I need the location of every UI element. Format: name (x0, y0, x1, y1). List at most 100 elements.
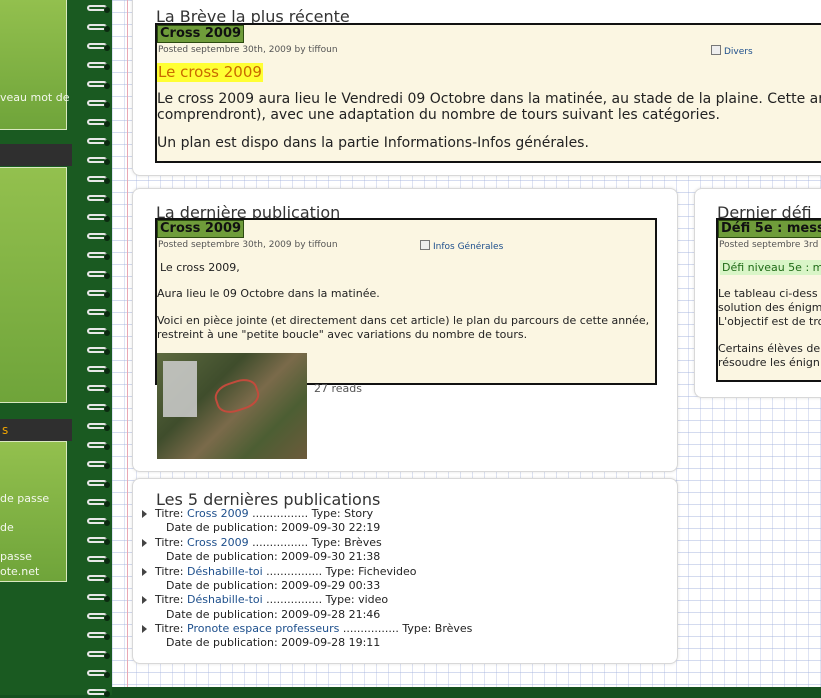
spiral-ring (87, 442, 111, 451)
spiral-ring (87, 689, 111, 698)
post-line-1: Le cross 2009 aura lieu le Vendredi 09 O… (157, 91, 821, 107)
sidebar-heading-2: s (0, 419, 72, 441)
spiral-ring (87, 461, 111, 470)
notebook-paper: La Brève la plus récente Cross 2009 Post… (112, 0, 821, 687)
post-headline: Le cross 2009 (157, 63, 263, 82)
folder-icon (420, 240, 430, 250)
folder-icon (711, 45, 721, 55)
defi-line-3: L'objectif est de tro (718, 315, 821, 328)
reads-count: 27 reads (314, 382, 362, 395)
spiral-ring (87, 309, 111, 318)
arrow-bullet-icon (142, 539, 147, 547)
list-item-date: Date de publication: 2009-09-30 21:38 (166, 550, 381, 563)
spiral-ring (87, 537, 111, 546)
sidebar-panel-login: veau mot de (0, 0, 70, 130)
post-meta: Posted septembre 3rd (719, 240, 819, 250)
list-item: Titre: Déshabille-toi ................ T… (142, 593, 388, 607)
arrow-bullet-icon (142, 568, 147, 576)
list-item-date: Date de publication: 2009-09-29 00:33 (166, 579, 381, 592)
post-title[interactable]: Défi 5e : mess (718, 220, 821, 238)
sidebar-link-1[interactable]: de passe (0, 492, 49, 505)
spiral-ring (87, 366, 111, 375)
list-item: Titre: Pronote espace professeurs ......… (142, 622, 472, 636)
list-item-link[interactable]: Cross 2009 (187, 536, 249, 549)
post-title[interactable]: Cross 2009 (157, 25, 245, 43)
post-line-3: Un plan est dispo dans la partie Informa… (157, 135, 589, 151)
arrow-bullet-icon (142, 625, 147, 633)
defi-line-5: Certains élèves de (718, 342, 821, 355)
spiral-ring (87, 385, 111, 394)
arrow-bullet-icon (142, 510, 147, 518)
sidebar-heading-1 (0, 144, 72, 166)
spiral-ring (87, 651, 111, 660)
sidebar-link-2[interactable]: de (0, 521, 14, 534)
spiral-ring (87, 556, 111, 565)
post-paragraph-3b: restreint à une "petite boucle" avec var… (157, 328, 528, 341)
post-paragraph-1: Le cross 2009, (160, 261, 240, 274)
spiral-ring (87, 347, 111, 356)
spiral-ring (87, 499, 111, 508)
post-category[interactable]: Infos Générales (420, 240, 503, 252)
spiral-ring (87, 252, 111, 261)
spiral-ring (87, 518, 111, 527)
defi-line-6: résoudre les énign (718, 356, 820, 369)
bottom-bar (112, 687, 821, 695)
category-label: Divers (724, 47, 753, 57)
spiral-ring (87, 5, 111, 14)
post-paragraph-3a: Voici en pièce jointe (et directement da… (157, 314, 650, 327)
map-track-outline (211, 374, 263, 418)
spiral-ring (87, 575, 111, 584)
spiral-ring (87, 290, 111, 299)
spiral-ring (87, 404, 111, 413)
post-paragraph-2: Aura lieu le 09 Octobre dans la matinée. (157, 287, 380, 300)
map-legend-inset (163, 361, 197, 417)
notebook-spiral (84, 0, 112, 698)
list-item-link[interactable]: Déshabille-toi (187, 565, 263, 578)
post-category[interactable]: Divers (711, 45, 753, 57)
post-meta: Posted septembre 30th, 2009 by tiffoun (158, 45, 338, 55)
spiral-ring (87, 157, 111, 166)
arrow-bullet-icon (142, 596, 147, 604)
spiral-ring (87, 43, 111, 52)
category-label: Infos Générales (433, 242, 504, 252)
spiral-ring (87, 670, 111, 679)
spiral-ring (87, 632, 111, 641)
sidebar-forgot-link[interactable]: veau mot de (0, 91, 70, 104)
spiral-ring (87, 119, 111, 128)
sidebar-panel-links: de passe de passe ote.net (0, 441, 67, 582)
list-item: Titre: Déshabille-toi ................ T… (142, 565, 417, 579)
spiral-ring (87, 613, 111, 622)
defi-line-1: Le tableau ci-dess (718, 287, 818, 300)
list-item-link[interactable]: Cross 2009 (187, 507, 249, 520)
post-title[interactable]: Cross 2009 (157, 220, 245, 238)
list-item-date: Date de publication: 2009-09-28 21:46 (166, 608, 381, 621)
spiral-ring (87, 62, 111, 71)
list-item: Titre: Cross 2009 ................ Type:… (142, 507, 373, 521)
spiral-ring (87, 176, 111, 185)
spiral-ring (87, 81, 111, 90)
sidebar-panel-menu (0, 167, 67, 403)
spiral-ring (87, 233, 111, 242)
spiral-ring (87, 271, 111, 280)
sidebar-link-4[interactable]: ote.net (0, 565, 39, 578)
list-item-link[interactable]: Pronote espace professeurs (187, 622, 339, 635)
card-last-publication: La dernière publication Cross 2009 Poste… (132, 188, 678, 472)
post-meta: Posted septembre 30th, 2009 by tiffoun (158, 240, 338, 250)
list-item-date: Date de publication: 2009-09-28 19:11 (166, 636, 381, 649)
post-recent-breve: Cross 2009 Posted septembre 30th, 2009 b… (155, 23, 821, 163)
post-last-defi: Défi 5e : mess Posted septembre 3rd Défi… (716, 218, 821, 382)
list-item-link[interactable]: Déshabille-toi (187, 593, 263, 606)
spiral-ring (87, 138, 111, 147)
list-item: Titre: Cross 2009 ................ Type:… (142, 536, 382, 550)
sidebar-link-3[interactable]: passe (0, 550, 32, 563)
card-last-defi: Dernier défi Défi 5e : mess Posted septe… (694, 188, 821, 398)
card-last-5: Les 5 dernières publications Titre: Cros… (132, 478, 678, 664)
spiral-ring (87, 195, 111, 204)
map-thumbnail[interactable] (157, 353, 307, 459)
post-line-2: comprendront), avec une adaptation du no… (157, 107, 720, 123)
card-recent-breve: La Brève la plus récente Cross 2009 Post… (132, 0, 821, 176)
spiral-ring (87, 328, 111, 337)
spiral-ring (87, 594, 111, 603)
spiral-ring (87, 423, 111, 432)
spiral-ring (87, 100, 111, 109)
